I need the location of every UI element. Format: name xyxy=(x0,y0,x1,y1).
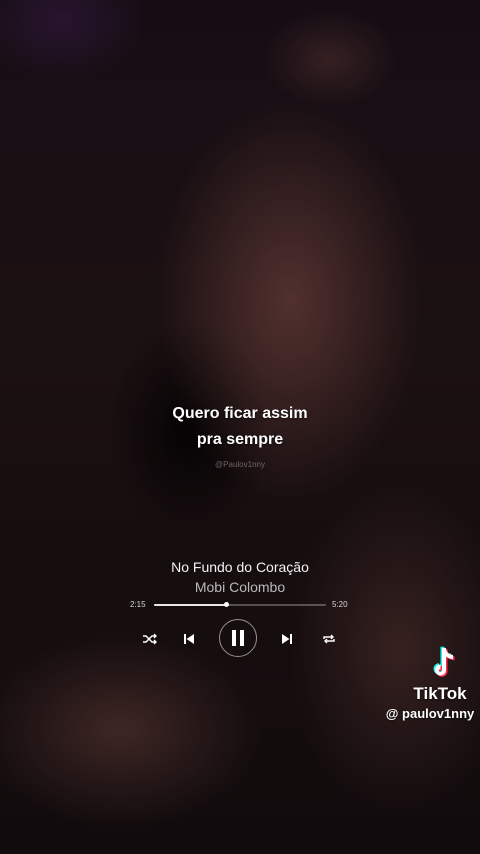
repeat-icon xyxy=(323,634,335,644)
lyric-line-2: pra sempre xyxy=(196,431,284,448)
skip-previous-icon xyxy=(184,634,194,644)
lyrics-credit: @Paulov1nny xyxy=(215,460,265,469)
pause-button[interactable] xyxy=(219,619,257,657)
skip-next-icon xyxy=(282,634,292,644)
total-time: 5:20 xyxy=(332,600,348,609)
elapsed-time: 2:15 xyxy=(130,600,146,609)
repeat-button[interactable] xyxy=(320,630,338,648)
progress-bar[interactable] xyxy=(154,602,326,607)
shuffle-icon xyxy=(143,633,157,645)
tiktok-brand: TikTok xyxy=(413,684,467,703)
lyric-line-1: Quero ficar assim xyxy=(172,405,308,422)
song-title: No Fundo do Coração xyxy=(171,559,309,575)
tiktok-logo-icon xyxy=(433,646,455,677)
lyrics-block: Quero ficar assim pra sempre xyxy=(0,401,480,453)
shuffle-button[interactable] xyxy=(141,630,159,648)
song-artist: Mobi Colombo xyxy=(194,579,286,595)
next-button[interactable] xyxy=(278,630,296,648)
progress-fill xyxy=(154,604,227,606)
pause-icon xyxy=(232,630,244,646)
creator-handle: @ paulov1nny xyxy=(385,706,475,721)
previous-button[interactable] xyxy=(180,630,198,648)
